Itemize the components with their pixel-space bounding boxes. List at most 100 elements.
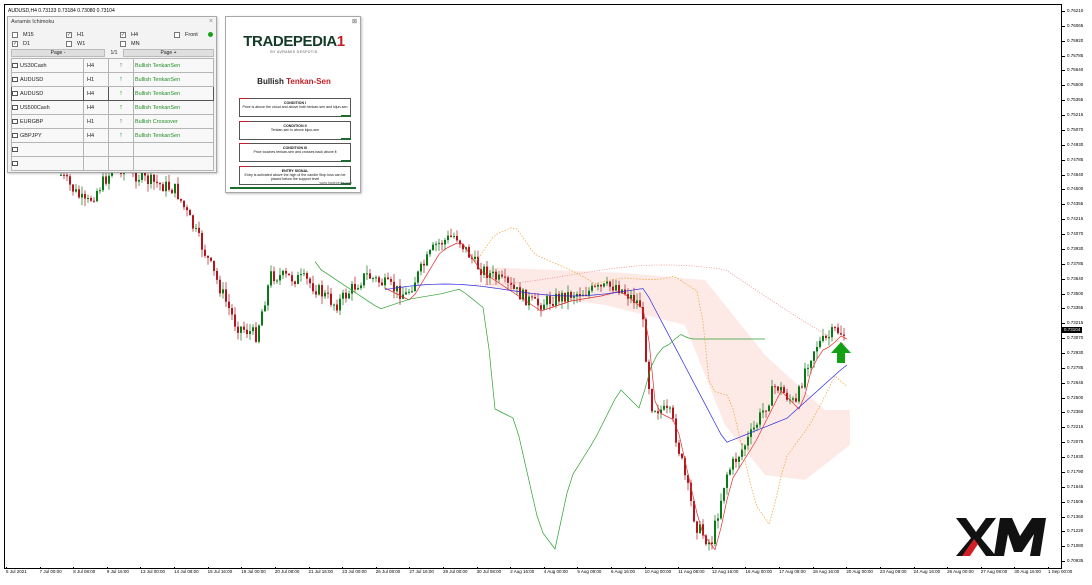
symbol-cell[interactable]: EURGBP [11,114,84,129]
bull-candle [258,325,260,342]
timeframe-m15-checkbox[interactable]: M15 [12,31,34,39]
bear-candle [783,387,785,393]
time-axis[interactable]: 5 Jul 2021 7 Jul 00:00 8 Jul 08:00 9 Jul 16… [4,567,1072,585]
front-checkbox[interactable]: Front [174,31,198,39]
price-tick: 0.72360 [1062,408,1092,416]
checkbox-box[interactable] [174,32,180,38]
checkbox-box[interactable] [12,32,18,38]
time-tick-label: 13 Jul 00:00 [140,569,165,574]
table-row[interactable]: US500Cash H4 ↑ Bullish TenkanSen [11,100,214,115]
chart-open-icon[interactable] [12,76,18,82]
bull-candle [360,285,362,289]
chart-open-icon[interactable] [12,160,18,166]
bear-candle [159,183,161,185]
checkbox-box[interactable]: ✓ [120,32,126,38]
table-row[interactable]: EURGBP H1 ↑ Bullish Crossover [11,114,214,129]
price-tick: 0.71790 [1062,468,1092,476]
bear-candle [147,175,149,184]
bull-candle [588,290,590,296]
table-row[interactable]: AUDUSD H4 ↑ Bullish TenkanSen [11,86,214,101]
price-tick: 0.75355 [1062,96,1092,104]
price-tick-label: 0.74930 [1067,141,1084,147]
bear-candle [153,174,155,182]
signal-cell: Bullish Crossover [133,114,214,129]
checkbox-box[interactable] [120,41,126,47]
price-tick-label: 0.71080 [1067,543,1084,549]
bear-candle [210,257,212,261]
timeframe-mn-checkbox[interactable]: MN [120,40,140,48]
page-navigation: Page - 1/1 Page + [11,49,214,57]
tradepedia-info-panel[interactable]: ⊠ TRADEPEDIA1 BY AVRAMIS DESPOTIS Bullis… [225,16,361,193]
table-row[interactable] [11,142,214,157]
table-row[interactable] [11,156,214,171]
signal-cell: Bullish TenkanSen [133,100,214,115]
price-tick-label: 0.75355 [1067,97,1084,103]
signal-cell: Bullish TenkanSen [133,58,214,73]
close-icon[interactable]: × [209,18,213,25]
timeframe-w1-checkbox[interactable]: W1 [66,40,85,48]
symbol-cell[interactable]: AUDUSD [11,86,84,101]
page-prev-button[interactable]: Page - [11,49,105,57]
timeframe-h1-checkbox[interactable]: ✓ H1 [66,31,84,39]
price-tick-label: 0.73930 [1067,245,1084,251]
symbol-cell[interactable]: US500Cash [11,100,84,115]
symbol-cell[interactable]: GBPJPY [11,128,84,143]
close-icon[interactable]: ⊠ [352,18,357,25]
chart-open-icon[interactable] [12,104,18,110]
bull-candle [351,283,353,294]
price-tick: 0.74640 [1062,171,1092,179]
price-tick: 0.73930 [1062,245,1092,253]
chart-open-icon[interactable] [12,62,18,68]
price-tick-label: 0.72645 [1067,379,1084,385]
chart-open-icon[interactable] [12,118,18,124]
price-tick: 0.73070 [1062,334,1092,342]
bear-candle [612,286,614,291]
checkbox-box[interactable]: ✓ [66,32,72,38]
time-tick-label: 6 Aug 16:00 [611,569,636,574]
symbol-cell[interactable]: AUDUSD [11,72,84,87]
bear-candle [225,289,227,302]
bull-candle [444,240,446,245]
bear-candle [711,542,713,545]
price-tick: 0.75640 [1062,66,1092,74]
time-tick: 1 Sep 00:00 [1048,567,1072,575]
bull-candle [276,280,278,282]
timeframe-d1-checkbox[interactable]: ✓ D1 [12,40,30,48]
bull-candle [108,175,110,184]
time-tick-label: 11 Aug 08:00 [678,569,705,574]
chart-open-icon[interactable] [12,132,18,138]
checkbox-box[interactable]: ✓ [12,41,18,47]
ichimoku-scanner-panel[interactable]: Avramis Ichimoku × M15 ✓ H1 ✓ H4 Front ✓ D1… [7,16,217,173]
timeframe-label: W1 [77,41,86,47]
table-row[interactable]: GBPJPY H4 ↑ Bullish TenkanSen [11,128,214,143]
table-row[interactable]: US30Cash H4 ↑ Bullish TenkanSen [11,58,214,73]
page-next-button[interactable]: Page + [123,49,214,57]
timeframe-h4-checkbox[interactable]: ✓ H4 [120,31,138,39]
bull-candle [804,368,806,388]
price-tick: 0.71930 [1062,453,1092,461]
bear-candle [456,235,458,241]
bear-candle [696,521,698,533]
symbol-cell[interactable] [11,156,84,171]
condition-text: Price touches tenkan-sen and crosses bac… [253,150,337,155]
symbol-label: US500Cash [20,104,50,111]
panel-title: Avramis Ichimoku [11,19,55,25]
price-axis[interactable]: 0.76210 0.76065 0.75920 0.75785 0.75640 0.755… [1062,4,1092,569]
checkbox-box[interactable] [66,41,72,47]
symbol-cell[interactable] [11,142,84,157]
bear-candle [795,398,797,402]
bear-candle [390,279,392,282]
chart-open-icon[interactable] [12,90,18,96]
bull-candle [714,520,716,545]
chart-open-icon[interactable] [12,146,18,152]
bull-candle [813,351,815,361]
table-row[interactable]: AUDUSD H1 ↑ Bullish TenkanSen [11,72,214,87]
bear-candle [837,327,839,334]
front-label: Front [185,32,198,38]
bear-candle [330,293,332,305]
timeframe-cell: H4 [83,58,109,73]
bull-candle [222,289,224,294]
condition-3-box: CONDITION III Price touches tenkan-sen an… [239,143,351,162]
bull-candle [375,277,377,279]
symbol-cell[interactable]: US30Cash [11,58,84,73]
